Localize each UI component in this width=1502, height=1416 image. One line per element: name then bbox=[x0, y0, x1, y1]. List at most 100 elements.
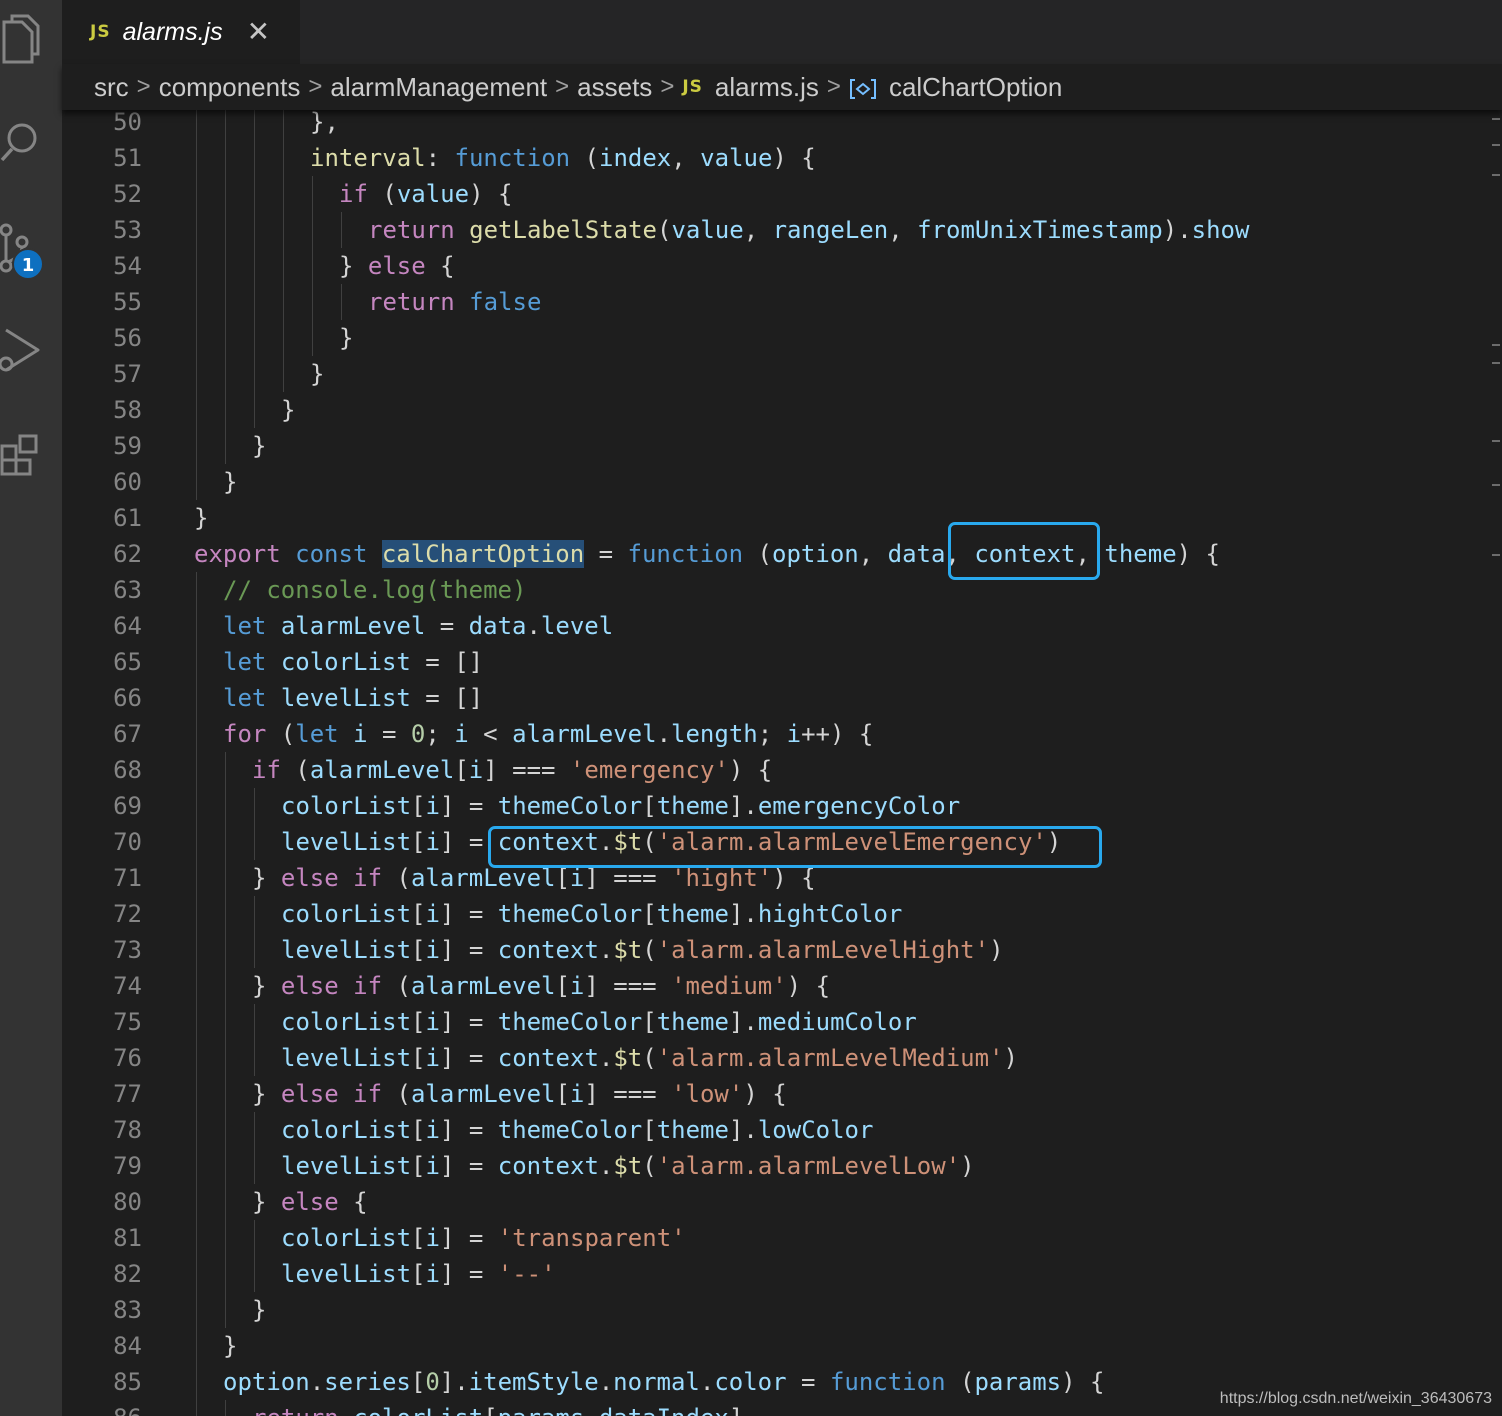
breadcrumb-item-cal-chart-option[interactable]: calChartOption bbox=[889, 72, 1062, 103]
line-number: 86 bbox=[102, 1400, 142, 1416]
code-token: : bbox=[425, 144, 455, 172]
code-line[interactable]: 58} bbox=[62, 392, 1482, 428]
code-text: option.series[0].itemStyle.normal.color … bbox=[223, 1364, 1105, 1400]
extensions-icon[interactable] bbox=[0, 430, 44, 478]
code-line[interactable]: 59} bbox=[62, 428, 1482, 464]
code-token: else bbox=[280, 1188, 339, 1216]
run-debug-icon[interactable] bbox=[0, 324, 44, 372]
code-editor[interactable]: 50}, 51 interval: function (index, value) … bbox=[62, 104, 1482, 1416]
breadcrumb-item-src[interactable]: src bbox=[94, 72, 129, 103]
code-line[interactable]: 64 let alarmLevel = data.level bbox=[62, 608, 1482, 644]
code-line[interactable]: 73 levelList[i] = context.$t('alarm.alarm… bbox=[62, 932, 1482, 968]
code-token: [ bbox=[411, 1044, 426, 1072]
breadcrumb-item-components[interactable]: components bbox=[159, 72, 301, 103]
code-token: 'alarm.alarmLevelHight' bbox=[656, 936, 990, 964]
code-token: hightColor bbox=[757, 900, 903, 928]
code-token: colorList bbox=[281, 1224, 412, 1252]
code-line[interactable]: 67 for (let i = 0; i < alarmLevel.length;… bbox=[62, 716, 1482, 752]
code-line[interactable]: 74} else if (alarmLevel[i] === 'medium')… bbox=[62, 968, 1482, 1004]
code-line[interactable]: 68 if (alarmLevel[i] === 'emergency') { bbox=[62, 752, 1482, 788]
code-token: = bbox=[425, 612, 469, 640]
code-text: } bbox=[223, 1328, 237, 1364]
code-text: levelList[i] = context.$t('alarm.alarmLe… bbox=[281, 1148, 975, 1184]
code-token: } bbox=[252, 1080, 281, 1108]
line-number: 80 bbox=[113, 1188, 142, 1216]
code-line[interactable]: 81 colorList[i] = 'transparent' bbox=[62, 1220, 1482, 1256]
code-line[interactable]: 56} bbox=[62, 320, 1482, 356]
code-text: } else { bbox=[252, 1184, 368, 1220]
code-line[interactable]: 79 levelList[i] = context.$t('alarm.alarm… bbox=[62, 1148, 1482, 1184]
code-token: ( bbox=[570, 144, 599, 172]
chevron-right-icon: > bbox=[308, 73, 323, 100]
code-token: . bbox=[598, 1044, 614, 1072]
code-line[interactable]: 78 colorList[i] = themeColor[theme].lowCo… bbox=[62, 1112, 1482, 1148]
close-icon[interactable]: ✕ bbox=[247, 18, 270, 46]
code-line[interactable]: 57} bbox=[62, 356, 1482, 392]
code-token: alarmLevel bbox=[280, 612, 426, 640]
code-line[interactable]: 61} bbox=[62, 500, 1482, 536]
code-line[interactable]: 80 } else { bbox=[62, 1184, 1482, 1220]
code-token: dataIndex bbox=[599, 1404, 729, 1416]
line-number: 67 bbox=[113, 720, 142, 748]
line-number: 77 bbox=[113, 1080, 142, 1108]
search-icon[interactable] bbox=[0, 116, 44, 164]
code-line[interactable]: 65 let colorList = [] bbox=[62, 644, 1482, 680]
line-number: 69 bbox=[113, 792, 142, 820]
breadcrumb-item-alarms-js[interactable]: alarms.js bbox=[715, 72, 819, 103]
code-token: $t bbox=[613, 936, 643, 964]
code-token: ( bbox=[945, 1368, 975, 1396]
tab-alarms-js[interactable]: JS alarms.js ✕ bbox=[62, 0, 300, 64]
code-line[interactable]: 52 if (value) { bbox=[62, 176, 1482, 212]
code-line[interactable]: 84} bbox=[62, 1328, 1482, 1364]
code-line[interactable]: 76 levelList[i] = context.$t('alarm.alarm… bbox=[62, 1040, 1482, 1076]
line-number: 62 bbox=[113, 540, 142, 568]
code-token: theme bbox=[656, 792, 729, 820]
code-line[interactable]: 60} bbox=[62, 464, 1482, 500]
code-line[interactable]: 54} else { bbox=[62, 248, 1482, 284]
code-token: ) { bbox=[743, 1080, 787, 1108]
activity-bar: 1 bbox=[0, 0, 62, 1416]
code-line[interactable]: 72 colorList[i] = themeColor[theme].hight… bbox=[62, 896, 1482, 932]
code-token: function bbox=[627, 540, 744, 568]
code-token: i bbox=[786, 720, 802, 748]
code-text: let colorList = [] bbox=[223, 644, 483, 680]
overview-ruler[interactable] bbox=[1488, 104, 1502, 1416]
code-line[interactable]: 51 interval: function (index, value) { bbox=[62, 140, 1482, 176]
code-token: } bbox=[281, 396, 296, 424]
code-token: . bbox=[598, 1368, 614, 1396]
code-token: value bbox=[700, 144, 773, 172]
code-line[interactable]: 77} else if (alarmLevel[i] === 'low') { bbox=[62, 1076, 1482, 1112]
code-token: colorList bbox=[281, 1008, 412, 1036]
files-icon[interactable] bbox=[0, 14, 44, 64]
code-line[interactable]: 62 export const calChartOption = function… bbox=[62, 536, 1482, 572]
code-line[interactable]: 66 let levelList = [] bbox=[62, 680, 1482, 716]
code-token: value bbox=[671, 216, 744, 244]
code-token: function bbox=[454, 144, 571, 172]
code-token: i bbox=[425, 1152, 440, 1180]
code-line[interactable]: 55 return false bbox=[62, 284, 1482, 320]
code-token: ] === bbox=[584, 864, 672, 892]
code-line[interactable]: 53 return getLabelState(value, rangeLen, … bbox=[62, 212, 1482, 248]
code-line[interactable]: 75 colorList[i] = themeColor[theme].mediu… bbox=[62, 1004, 1482, 1040]
code-token: else bbox=[280, 972, 339, 1000]
code-text: colorList[i] = 'transparent' bbox=[281, 1220, 686, 1256]
code-token: ++) { bbox=[801, 720, 874, 748]
line-number: 61 bbox=[113, 504, 142, 532]
code-line[interactable]: 69 colorList[i] = themeColor[theme].emerg… bbox=[62, 788, 1482, 824]
breadcrumb-item-alarm-management[interactable]: alarmManagement bbox=[330, 72, 547, 103]
code-line[interactable]: 82 levelList[i] = '--' bbox=[62, 1256, 1482, 1292]
source-control-icon[interactable]: 1 bbox=[0, 222, 44, 280]
code-line[interactable]: 83} bbox=[62, 1292, 1482, 1328]
code-text: return getLabelState(value, rangeLen, fr… bbox=[368, 212, 1249, 248]
code-token: < bbox=[468, 720, 513, 748]
line-number: 52 bbox=[113, 180, 142, 208]
code-line[interactable]: 63 // console.log(theme) bbox=[62, 572, 1482, 608]
code-token: . bbox=[309, 1368, 325, 1396]
code-token: normal bbox=[613, 1368, 700, 1396]
code-token: = [] bbox=[410, 684, 484, 712]
code-token: ] = bbox=[439, 1116, 498, 1144]
breadcrumb-item-assets[interactable]: assets bbox=[577, 72, 652, 103]
code-token: if bbox=[353, 972, 383, 1000]
